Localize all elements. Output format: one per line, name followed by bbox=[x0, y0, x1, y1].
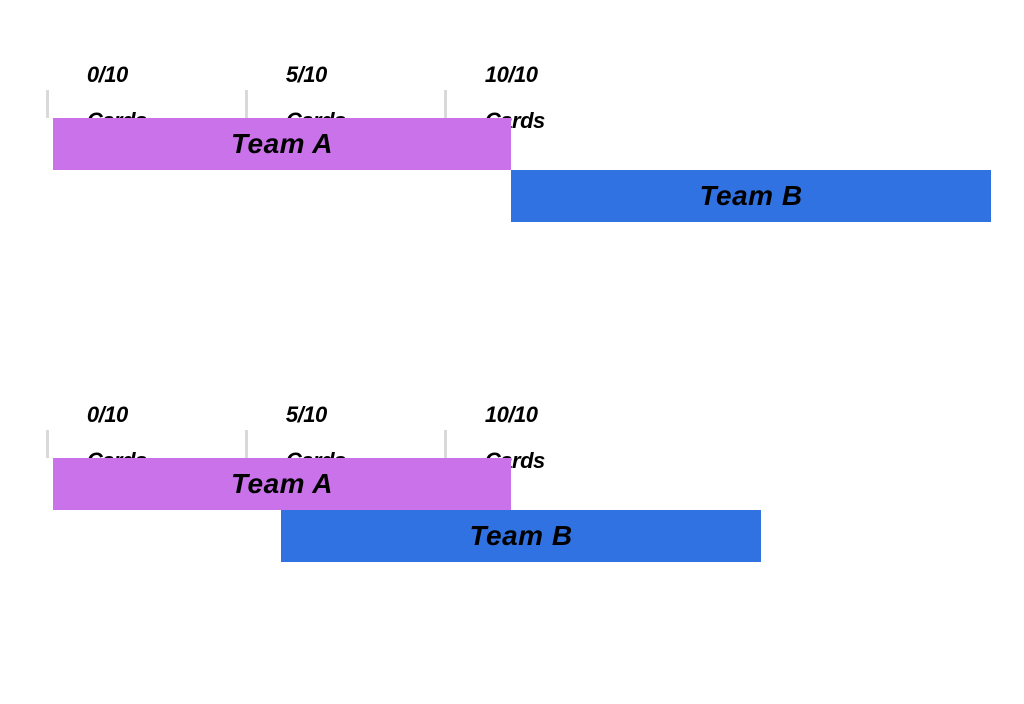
bar-team-b: Team B bbox=[511, 170, 991, 222]
tick-line1: 5/10 bbox=[286, 62, 327, 87]
bar-label: Team B bbox=[699, 180, 802, 212]
tick-line1: 0/10 bbox=[87, 402, 128, 427]
tick-mark bbox=[245, 430, 248, 458]
tick-mark bbox=[46, 430, 49, 458]
bar-label: Team A bbox=[231, 468, 333, 500]
tick-mark bbox=[444, 90, 447, 118]
tick-line1: 10/10 bbox=[485, 402, 538, 427]
bar-team-b: Team B bbox=[281, 510, 761, 562]
bar-team-a: Team A bbox=[53, 118, 511, 170]
tick-line1: 5/10 bbox=[286, 402, 327, 427]
bar-label: Team A bbox=[231, 128, 333, 160]
tick-line1: 0/10 bbox=[87, 62, 128, 87]
diagram-stage-1: 0/10 Cards 5/10 Cards 10/10 Cards Team A… bbox=[0, 40, 1024, 340]
tick-mark bbox=[245, 90, 248, 118]
bar-team-a: Team A bbox=[53, 458, 511, 510]
tick-mark bbox=[46, 90, 49, 118]
tick-line1: 10/10 bbox=[485, 62, 538, 87]
bar-label: Team B bbox=[469, 520, 572, 552]
tick-mark bbox=[444, 430, 447, 458]
diagram-stage-2: 0/10 Cards 5/10 Cards 10/10 Cards Team A… bbox=[0, 380, 1024, 680]
